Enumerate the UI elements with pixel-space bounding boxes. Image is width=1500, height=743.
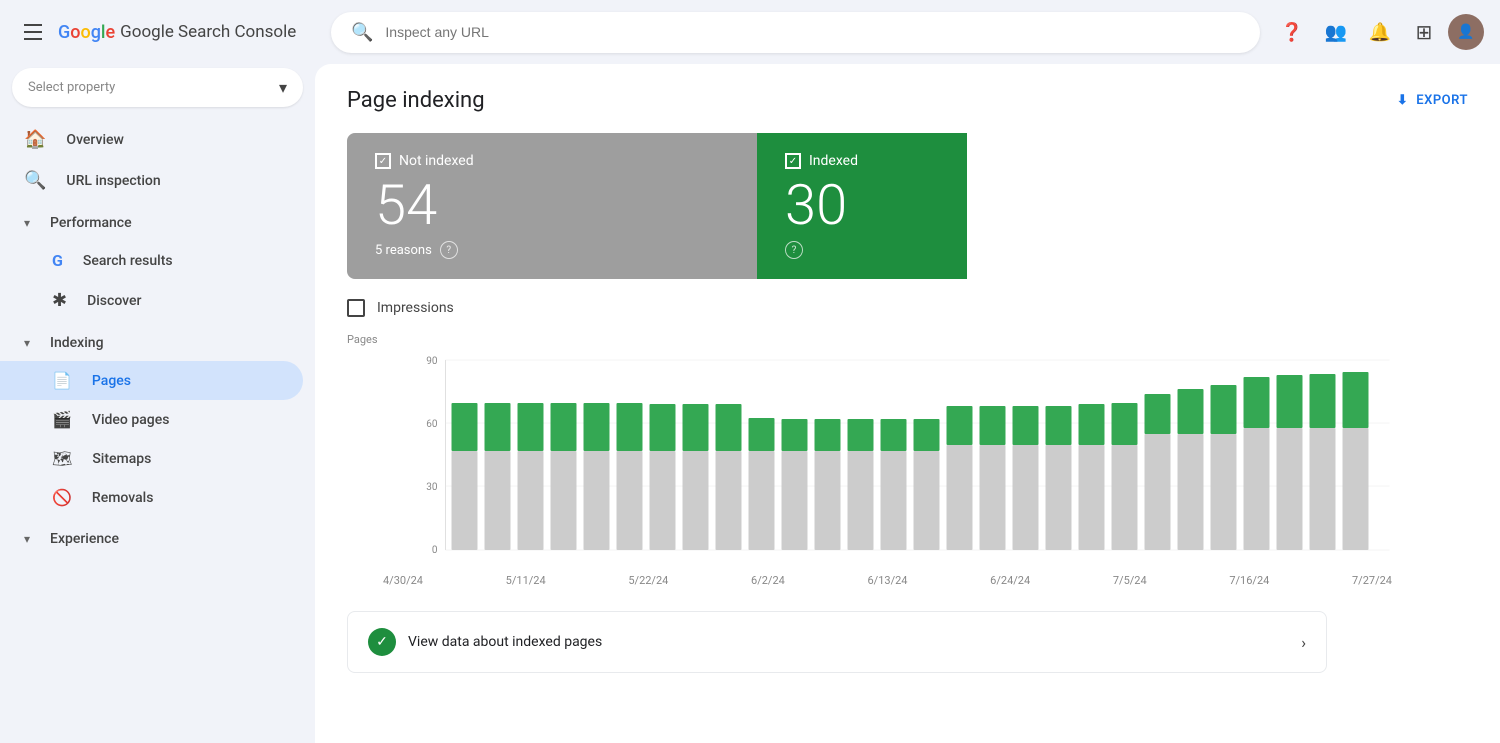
x-label: 5/11/24 — [506, 574, 546, 587]
x-label: 4/30/24 — [383, 574, 423, 587]
x-label: 7/27/24 — [1352, 574, 1392, 587]
chart-area: Pages 90 60 30 0 — [347, 333, 1468, 587]
view-data-link[interactable]: ✓ View data about indexed pages › — [347, 611, 1327, 673]
sidebar-item-label: Sitemaps — [92, 451, 151, 467]
indexed-checkbox: ✓ — [785, 153, 801, 169]
page-title: Page indexing — [347, 88, 485, 113]
section-label: Experience — [50, 531, 119, 547]
sidebar-item-label: Pages — [92, 373, 131, 389]
main-content: Page indexing ⬇ EXPORT ✓ Not indexed 54 … — [315, 64, 1500, 743]
not-indexed-card[interactable]: ✓ Not indexed 54 5 reasons ? — [347, 133, 757, 279]
not-indexed-count: 54 — [375, 177, 729, 233]
help-button[interactable]: ❓ — [1272, 12, 1312, 52]
sidebar-item-pages[interactable]: 📄 Pages — [0, 361, 303, 400]
sidebar-item-label: Search results — [83, 253, 173, 269]
app-logo: Google Google Search Console — [58, 22, 296, 43]
page-header: Page indexing ⬇ EXPORT — [347, 88, 1468, 113]
sidebar: Select property ▾ 🏠 Overview 🔍 URL inspe… — [0, 64, 315, 743]
x-label: 6/24/24 — [990, 574, 1030, 587]
search-icon: 🔍 — [351, 22, 373, 43]
chevron-down-icon: ▾ — [24, 216, 30, 230]
indexed-count: 30 — [785, 177, 939, 233]
sidebar-item-label: Overview — [66, 132, 123, 148]
impressions-label: Impressions — [377, 300, 454, 316]
search-bar[interactable]: 🔍 — [331, 12, 1260, 53]
svg-text:90: 90 — [426, 356, 438, 367]
home-icon: 🏠 — [24, 129, 46, 150]
chart-svg: 90 60 30 0 — [347, 350, 1452, 570]
search-input[interactable] — [385, 24, 1240, 40]
x-label: 6/13/24 — [868, 574, 908, 587]
x-label: 5/22/24 — [628, 574, 668, 587]
section-label: Performance — [50, 215, 132, 231]
notifications-button[interactable]: 🔔 — [1360, 12, 1400, 52]
view-data-text: View data about indexed pages — [408, 634, 602, 650]
x-label: 6/2/24 — [751, 574, 785, 587]
export-label: EXPORT — [1416, 93, 1468, 108]
sitemaps-icon: 🗺 — [52, 449, 72, 468]
chevron-down-icon: ▾ — [24, 336, 30, 350]
green-check-icon: ✓ — [368, 628, 396, 656]
export-button[interactable]: ⬇ EXPORT — [1397, 93, 1468, 108]
download-icon: ⬇ — [1397, 93, 1408, 108]
pages-icon: 📄 — [52, 371, 72, 390]
x-label: 7/16/24 — [1229, 574, 1269, 587]
not-indexed-help-icon[interactable]: ? — [440, 241, 458, 259]
removals-icon: 🚫 — [52, 488, 72, 507]
svg-text:60: 60 — [426, 419, 438, 430]
video-pages-icon: 🎬 — [52, 410, 72, 429]
not-indexed-sub: 5 reasons — [375, 243, 432, 258]
sidebar-item-label: Video pages — [92, 412, 169, 428]
not-indexed-checkbox: ✓ — [375, 153, 391, 169]
svg-text:0: 0 — [432, 545, 438, 556]
not-indexed-label: Not indexed — [399, 153, 474, 169]
section-indexing[interactable]: ▾ Indexing — [0, 325, 315, 361]
chevron-right-icon: › — [1301, 633, 1306, 652]
indexed-card[interactable]: ✓ Indexed 30 ? — [757, 133, 967, 279]
index-cards: ✓ Not indexed 54 5 reasons ? ✓ Indexed — [347, 133, 1167, 279]
sidebar-item-label: Removals — [92, 490, 154, 506]
section-performance[interactable]: ▾ Performance — [0, 205, 315, 241]
property-selector[interactable]: Select property ▾ — [12, 68, 303, 107]
hamburger-menu[interactable] — [16, 16, 50, 48]
avatar[interactable]: 👤 — [1448, 14, 1484, 50]
sidebar-item-sitemaps[interactable]: 🗺 Sitemaps — [0, 439, 303, 478]
chevron-down-icon: ▾ — [24, 532, 30, 546]
sidebar-item-removals[interactable]: 🚫 Removals — [0, 478, 303, 517]
sidebar-item-label: URL inspection — [66, 173, 160, 189]
search-small-icon: 🔍 — [24, 170, 46, 191]
sidebar-item-video-pages[interactable]: 🎬 Video pages — [0, 400, 303, 439]
accounts-button[interactable]: 👥 — [1316, 12, 1356, 52]
app-title: Google Search Console — [120, 22, 296, 42]
impressions-row[interactable]: Impressions — [347, 299, 1468, 317]
indexed-help-icon[interactable]: ? — [785, 241, 803, 259]
x-label: 7/5/24 — [1113, 574, 1147, 587]
indexed-label: Indexed — [809, 153, 858, 169]
property-dropdown-icon: ▾ — [279, 78, 287, 97]
section-experience[interactable]: ▾ Experience — [0, 521, 315, 557]
chart-x-labels: 4/30/24 5/11/24 5/22/24 6/2/24 6/13/24 6… — [347, 570, 1452, 587]
sidebar-item-overview[interactable]: 🏠 Overview — [0, 119, 303, 160]
impressions-checkbox[interactable] — [347, 299, 365, 317]
sidebar-item-discover[interactable]: ✱ Discover — [0, 280, 303, 321]
sidebar-item-search-results[interactable]: G Search results — [0, 241, 303, 280]
svg-text:30: 30 — [426, 482, 438, 493]
sidebar-item-label: Discover — [87, 293, 141, 309]
asterisk-icon: ✱ — [52, 290, 67, 311]
apps-button[interactable]: ⊞ — [1404, 12, 1444, 52]
section-label: Indexing — [50, 335, 103, 351]
google-g-icon: G — [52, 251, 63, 270]
chart-y-label: Pages — [347, 333, 1452, 346]
sidebar-item-url-inspection[interactable]: 🔍 URL inspection — [0, 160, 303, 201]
